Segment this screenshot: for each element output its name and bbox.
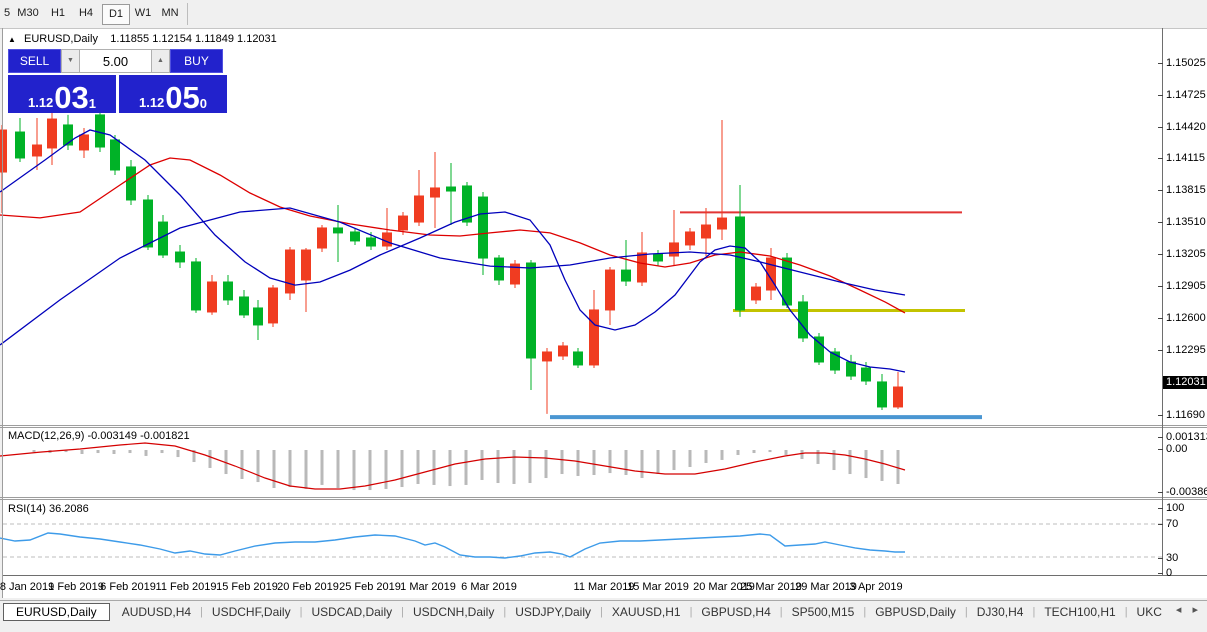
time-axis-label: 29 Mar 2019 — [795, 581, 857, 593]
axis-tick-mark — [1158, 350, 1163, 351]
tab-usdchf-daily[interactable]: USDCHF,Daily — [203, 603, 300, 621]
axis-tick-mark — [1158, 222, 1163, 223]
tab-usdcnh-daily[interactable]: USDCNH,Daily — [404, 603, 503, 621]
price-axis-label: 0.00 — [1166, 443, 1188, 455]
macd-indicator-label: MACD(12,26,9) -0.003149 -0.001821 — [8, 430, 190, 442]
axis-tick-mark — [1158, 127, 1163, 128]
tab-gbpusd-daily[interactable]: GBPUSD,Daily — [866, 603, 965, 621]
axis-tick-mark — [1158, 524, 1163, 525]
price-axis-label: 1.14725 — [1166, 89, 1206, 101]
axis-tick-mark — [1158, 254, 1163, 255]
rsi-indicator-label: RSI(14) 36.2086 — [8, 503, 89, 515]
axis-tick-mark — [1158, 95, 1163, 96]
tab-dj30-h4[interactable]: DJ30,H4 — [968, 603, 1033, 621]
price-axis-label: 1.14115 — [1166, 152, 1205, 164]
time-axis-label: 3 Apr 2019 — [849, 581, 903, 593]
tab-scroll-left-icon[interactable]: ◂ — [1176, 604, 1186, 616]
symbol-tab-bar: EURUSD,Daily AUDUSD,H4 | USDCHF,Daily | USDCA… — [0, 600, 1207, 622]
time-axis-label: 6 Mar 2019 — [461, 581, 517, 593]
time-axis-label: 25 Feb 2019 — [339, 581, 401, 593]
axis-tick-mark — [1158, 318, 1163, 319]
tab-xauusd-h1[interactable]: XAUUSD,H1 — [603, 603, 690, 621]
price-axis-label: 1.13205 — [1166, 248, 1206, 260]
price-axis-label: 1.12295 — [1166, 344, 1206, 356]
buy-button[interactable]: BUY — [170, 49, 223, 73]
chart-symbol-label: EURUSD,Daily — [23, 33, 98, 45]
volume-input[interactable] — [80, 49, 151, 73]
time-axis-label: 25 Mar 2019 — [740, 581, 802, 593]
price-axis-label: 30 — [1166, 552, 1179, 564]
time-axis-label: 15 Feb 2019 — [216, 581, 278, 593]
axis-tick-mark — [1158, 286, 1163, 287]
one-click-trade-panel: SELL ▼ ▲ BUY 1.12 03 1 1.12 05 0 — [8, 49, 228, 113]
price-axis-label: 1.13510 — [1166, 216, 1206, 228]
axis-tick-mark — [1158, 508, 1163, 509]
price-axis-label: 70 — [1166, 518, 1179, 530]
axis-tick-mark — [1158, 558, 1163, 559]
time-axis-label: 11 Mar 2019 — [573, 581, 635, 593]
pane-separator[interactable] — [0, 427, 1207, 428]
axis-tick-mark — [1158, 437, 1163, 438]
price-axis-label: -0.00386 — [1166, 486, 1207, 498]
time-axis-label: 15 Mar 2019 — [627, 581, 689, 593]
tab-gbpusd-h4[interactable]: GBPUSD,H4 — [692, 603, 779, 621]
pane-separator[interactable] — [0, 425, 1207, 426]
sell-price-display[interactable]: 1.12 03 1 — [8, 75, 116, 113]
tab-eurusd-daily[interactable]: EURUSD,Daily — [3, 602, 110, 621]
price-axis-frame — [1162, 28, 1163, 576]
price-axis-label: 1.12600 — [1166, 312, 1206, 324]
collapse-panel-icon[interactable]: ▲ — [8, 35, 16, 44]
time-axis-label: 28 Jan 2019 — [0, 581, 55, 593]
pane-separator[interactable] — [0, 499, 1207, 500]
pane-separator[interactable] — [0, 497, 1207, 498]
price-axis-label: 100 — [1166, 502, 1185, 514]
sell-button[interactable]: SELL — [8, 49, 61, 73]
price-axis-label: 1.12905 — [1166, 280, 1206, 292]
price-axis-label: 1.15025 — [1166, 57, 1206, 69]
axis-tick-mark — [1158, 158, 1163, 159]
axis-tick-mark — [1158, 63, 1163, 64]
volume-increase-button[interactable]: ▲ — [151, 49, 170, 73]
tab-scroll-right-icon[interactable]: ▸ — [1192, 604, 1202, 616]
axis-tick-mark — [1158, 190, 1163, 191]
time-axis-label: 1 Feb 2019 — [48, 581, 104, 593]
tab-usdcad-daily[interactable]: USDCAD,Daily — [302, 603, 401, 621]
tab-scroll-arrows: ◂ ▸ — [1176, 603, 1202, 616]
axis-tick-mark — [1158, 492, 1163, 493]
price-axis-label: 1.13815 — [1166, 184, 1206, 196]
tab-usdjpy-daily[interactable]: USDJPY,Daily — [506, 603, 600, 621]
price-axis-label: 1.14420 — [1166, 121, 1206, 133]
tab-tech100-h1[interactable]: TECH100,H1 — [1035, 603, 1124, 621]
time-axis-label: 1 Mar 2019 — [400, 581, 456, 593]
chart-left-frame — [2, 28, 3, 598]
tab-ukc[interactable]: UKC — [1128, 603, 1171, 621]
tab-audusd-h4[interactable]: AUDUSD,H4 — [113, 603, 200, 621]
time-axis-label: 20 Feb 2019 — [277, 581, 339, 593]
price-axis-label: 0 — [1166, 567, 1173, 579]
chart-bottom-frame — [3, 575, 1207, 576]
price-axis-label: 0.001313 — [1166, 431, 1207, 443]
chart-ohlc-values: 1.11855 1.12154 1.11849 1.12031 — [110, 33, 277, 45]
axis-tick-mark — [1158, 573, 1163, 574]
axis-tick-mark — [1158, 415, 1163, 416]
time-axis-label: 11 Feb 2019 — [155, 581, 217, 593]
price-axis-label: 1.11690 — [1166, 409, 1205, 421]
tab-sp500-m15[interactable]: SP500,M15 — [783, 603, 864, 621]
axis-tick-mark — [1158, 449, 1163, 450]
buy-price-display[interactable]: 1.12 05 0 — [119, 75, 227, 113]
time-axis-label: 6 Feb 2019 — [100, 581, 156, 593]
current-bid-price-label: 1.12031 — [1163, 376, 1207, 389]
volume-decrease-button[interactable]: ▼ — [61, 49, 80, 73]
chart-title: ▲ EURUSD,Daily 1.11855 1.12154 1.11849 1… — [8, 33, 277, 45]
